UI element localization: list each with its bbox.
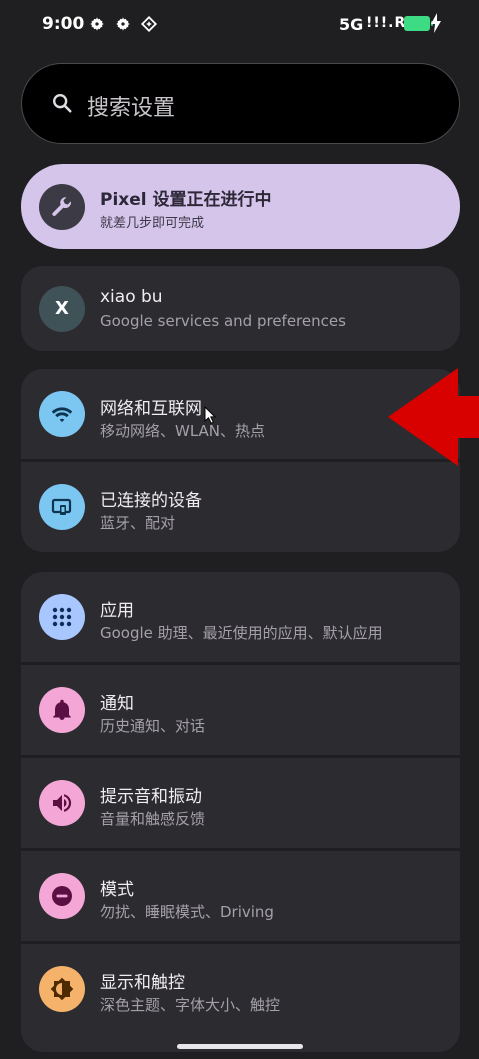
settings-group-main: 应用 Google 助理、最近使用的应用、默认应用 通知 历史通知、对话 提示音…: [21, 572, 460, 1052]
settings-item-title: 模式: [100, 880, 134, 900]
avatar: X: [39, 286, 85, 332]
icon-circle: [39, 966, 85, 1012]
account-name: xiao bu: [100, 287, 163, 307]
gear-icon: [90, 17, 104, 31]
signal-indicator: !!!.R: [366, 15, 407, 31]
settings-item-connected-devices[interactable]: 已连接的设备 蓝牙、配对: [21, 462, 460, 552]
annotation-arrow-icon: [388, 368, 479, 466]
devices-icon: [51, 498, 72, 515]
wrench-icon: [52, 197, 72, 216]
settings-item-subtitle: 勿扰、睡眠模式、Driving: [100, 903, 274, 921]
home-indicator[interactable]: [177, 1044, 303, 1049]
account-subtitle: Google services and preferences: [100, 312, 346, 330]
icon-circle: [39, 391, 85, 437]
status-time: 9:00: [42, 14, 85, 34]
banner-subtitle: 就差几步即可完成: [100, 216, 205, 231]
settings-item-title: 应用: [100, 601, 134, 621]
setup-banner[interactable]: Pixel 设置正在进行中 就差几步即可完成: [21, 164, 460, 249]
settings-item-subtitle: 音量和触感反馈: [100, 810, 206, 828]
speaker-icon: [53, 794, 72, 812]
icon-circle: [39, 484, 85, 530]
settings-item-title: 已连接的设备: [100, 491, 202, 511]
search-bar[interactable]: 搜索设置: [21, 63, 460, 144]
settings-item-display[interactable]: 显示和触控 深色主题、字体大小、触控: [21, 944, 460, 1034]
wifi-icon: [51, 407, 73, 422]
status-bar: 9:00 5G !!!.R: [0, 0, 479, 50]
gear-icon: [116, 17, 130, 31]
settings-item-notifications[interactable]: 通知 历史通知、对话: [21, 665, 460, 755]
icon-circle: [39, 594, 85, 640]
settings-item-subtitle: 移动网络、WLAN、热点: [100, 422, 266, 440]
mouse-cursor-icon: [204, 406, 216, 424]
dnd-icon: [52, 886, 72, 906]
settings-item-title: 提示音和振动: [100, 787, 202, 807]
settings-item-title: 通知: [100, 694, 134, 714]
cast-icon: [140, 15, 158, 33]
charging-icon: [431, 13, 441, 33]
bell-icon: [53, 699, 71, 720]
settings-item-apps[interactable]: 应用 Google 助理、最近使用的应用、默认应用: [21, 572, 460, 662]
settings-item-title: 网络和互联网: [100, 399, 202, 419]
banner-icon-circle: [39, 184, 85, 230]
icon-circle: [39, 780, 85, 826]
account-card[interactable]: X xiao bu Google services and preference…: [21, 266, 460, 351]
search-placeholder: 搜索设置: [87, 96, 176, 121]
apps-grid-icon: [52, 607, 72, 627]
settings-item-title: 显示和触控: [100, 973, 185, 993]
battery-icon: [404, 16, 433, 31]
settings-item-subtitle: 深色主题、字体大小、触控: [100, 996, 281, 1014]
network-type: 5G: [339, 15, 364, 34]
banner-title: Pixel 设置正在进行中: [100, 190, 272, 210]
icon-circle: [39, 687, 85, 733]
settings-item-subtitle: 蓝牙、配对: [100, 514, 176, 532]
brightness-icon: [50, 977, 74, 1001]
search-icon: [53, 94, 72, 113]
settings-item-sound[interactable]: 提示音和振动 音量和触感反馈: [21, 758, 460, 848]
icon-circle: [39, 873, 85, 919]
settings-item-subtitle: Google 助理、最近使用的应用、默认应用: [100, 624, 383, 642]
settings-item-modes[interactable]: 模式 勿扰、睡眠模式、Driving: [21, 851, 460, 941]
settings-item-subtitle: 历史通知、对话: [100, 717, 206, 735]
